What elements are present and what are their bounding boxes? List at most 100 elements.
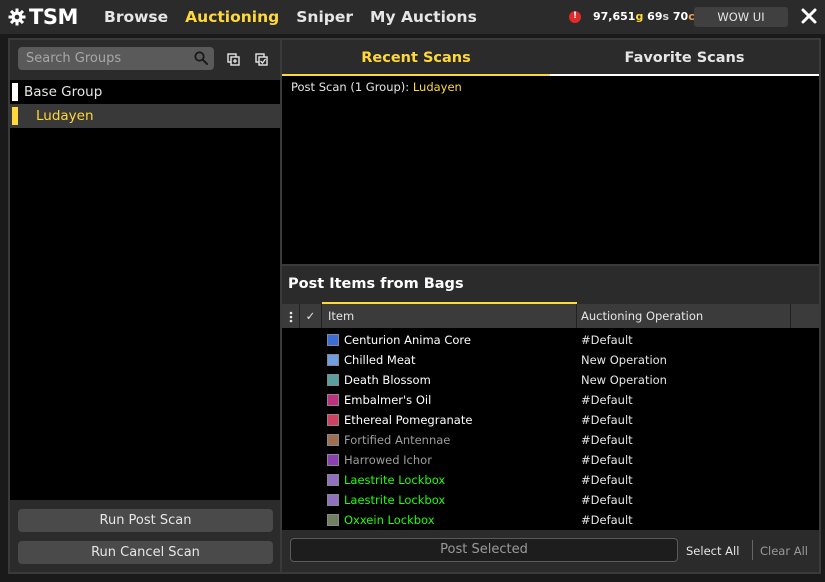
item-name: Ethereal Pomegranate [344, 413, 473, 427]
column-menu[interactable] [282, 304, 300, 328]
group-label: Base Group [24, 84, 103, 100]
logo-text: TSM [29, 5, 78, 29]
scan-entry-group: Ludayen [412, 80, 462, 94]
search-input[interactable] [18, 47, 188, 70]
footer-divider [752, 540, 753, 560]
table-row[interactable]: Ethereal Pomegranate #Default [282, 410, 819, 430]
run-cancel-scan-button[interactable]: Run Cancel Scan [18, 541, 273, 564]
groups-panel: Base Group Ludayen Run Post Scan Run Can… [8, 38, 282, 574]
post-items-footer: Post Selected Select All Clear All [282, 530, 819, 572]
item-operation: #Default [581, 493, 633, 507]
item-name: Embalmer's Oil [344, 393, 432, 407]
gold-unit: g [635, 10, 644, 23]
alert-icon[interactable] [569, 10, 581, 23]
group-label: Ludayen [36, 108, 94, 124]
scan-entry-prefix: Post Scan (1 Group): [291, 80, 413, 94]
group-color-bar [12, 107, 18, 125]
main-nav: Browse Auctioning Sniper My Auctions [104, 6, 494, 28]
tab-favorite-scans[interactable]: Favorite Scans [550, 40, 819, 76]
item-operation: #Default [581, 513, 633, 527]
item-name: Oxxein Lockbox [344, 513, 435, 527]
run-post-scan-button[interactable]: Run Post Scan [18, 509, 273, 532]
table-row[interactable]: Death Blossom New Operation [282, 370, 819, 390]
items-table-body: Centurion Anima Core #Default Chilled Meat… [282, 330, 819, 530]
table-row[interactable]: Oxxein Lockbox #Default [282, 510, 819, 530]
item-name: Harrowed Ichor [344, 453, 432, 467]
item-name: Laestrite Lockbox [344, 473, 446, 487]
group-tree: Base Group Ludayen [10, 80, 280, 128]
item-icon [327, 454, 339, 466]
item-icon [327, 394, 339, 406]
item-operation: #Default [581, 413, 633, 427]
column-item[interactable]: Item [322, 304, 577, 328]
select-all-link[interactable]: Select All [686, 544, 739, 558]
collapse-all-icon[interactable] [255, 53, 268, 66]
search-icon[interactable] [194, 51, 208, 65]
item-icon [327, 334, 339, 346]
nav-auctioning[interactable]: Auctioning [185, 6, 279, 28]
tab-recent-scans[interactable]: Recent Scans [282, 40, 550, 76]
post-selected-button[interactable]: Post Selected [290, 538, 678, 562]
tsm-logo[interactable]: TSM [8, 5, 78, 29]
gold-display: 97,651g 69s 70c [593, 10, 695, 23]
recent-scan-entry[interactable]: Post Scan (1 Group): Ludayen [291, 80, 462, 94]
table-row[interactable]: Fortified Antennae #Default [282, 430, 819, 450]
column-operation[interactable]: Auctioning Operation [577, 304, 791, 328]
column-spacer [791, 304, 819, 328]
table-row[interactable]: Embalmer's Oil #Default [282, 390, 819, 410]
scan-tabs: Recent Scans Favorite Scans [282, 40, 819, 76]
table-row[interactable]: Centurion Anima Core #Default [282, 330, 819, 350]
group-row-ludayen[interactable]: Ludayen [10, 104, 280, 128]
item-icon [327, 414, 339, 426]
tab-divider [550, 74, 819, 76]
clear-all-link[interactable]: Clear All [760, 544, 808, 558]
item-operation: #Default [581, 473, 633, 487]
wow-ui-button[interactable]: WOW UI [694, 7, 788, 27]
active-tab-indicator [282, 74, 550, 76]
nav-browse[interactable]: Browse [104, 6, 168, 28]
table-row[interactable]: Chilled Meat New Operation [282, 350, 819, 370]
group-row-base-group[interactable]: Base Group [10, 80, 280, 104]
search-box [18, 47, 214, 70]
nav-sniper[interactable]: Sniper [296, 6, 353, 28]
item-name: Chilled Meat [344, 353, 416, 367]
table-row[interactable]: Laestrite Lockbox #Default [282, 490, 819, 510]
silver-amount: 69 [647, 10, 663, 23]
item-name: Fortified Antennae [344, 433, 451, 447]
groups-toolbar [10, 40, 280, 80]
sort-indicator [322, 302, 577, 304]
item-operation: #Default [581, 393, 633, 407]
post-items-panel: Post Items from Bags ✓ Item Auctioning O… [282, 266, 821, 574]
table-row[interactable]: Harrowed Ichor #Default [282, 450, 819, 470]
item-name: Centurion Anima Core [344, 333, 471, 347]
item-operation: New Operation [581, 353, 667, 367]
item-operation: New Operation [581, 373, 667, 387]
item-icon [327, 374, 339, 386]
item-operation: #Default [581, 333, 633, 347]
table-row[interactable]: Laestrite Lockbox #Default [282, 470, 819, 490]
nav-my-auctions[interactable]: My Auctions [370, 6, 477, 28]
item-icon [327, 354, 339, 366]
item-name: Death Blossom [344, 373, 431, 387]
item-operation: #Default [581, 453, 633, 467]
close-icon[interactable] [800, 7, 818, 25]
expand-all-icon[interactable] [227, 53, 240, 66]
table-header: ✓ Item Auctioning Operation [282, 302, 819, 328]
item-icon [327, 474, 339, 486]
scan-actions: Run Post Scan Run Cancel Scan [10, 500, 280, 572]
item-icon [327, 514, 339, 526]
item-name: Laestrite Lockbox [344, 493, 446, 507]
section-title: Post Items from Bags [288, 276, 464, 292]
copper-amount: 70 [672, 10, 689, 23]
item-icon [327, 494, 339, 506]
silver-unit: s [662, 10, 670, 23]
column-select[interactable]: ✓ [300, 304, 322, 328]
gold-amount: 97,651 [593, 10, 636, 23]
more-vertical-icon [289, 311, 292, 322]
item-icon [327, 434, 339, 446]
header-bar: TSM Browse Auctioning Sniper My Auctions… [0, 0, 825, 34]
scans-panel: Recent Scans Favorite Scans Post Scan (1… [282, 38, 821, 266]
group-color-bar [12, 83, 18, 101]
gear-icon [8, 8, 26, 26]
post-items-header: Post Items from Bags [282, 266, 819, 304]
